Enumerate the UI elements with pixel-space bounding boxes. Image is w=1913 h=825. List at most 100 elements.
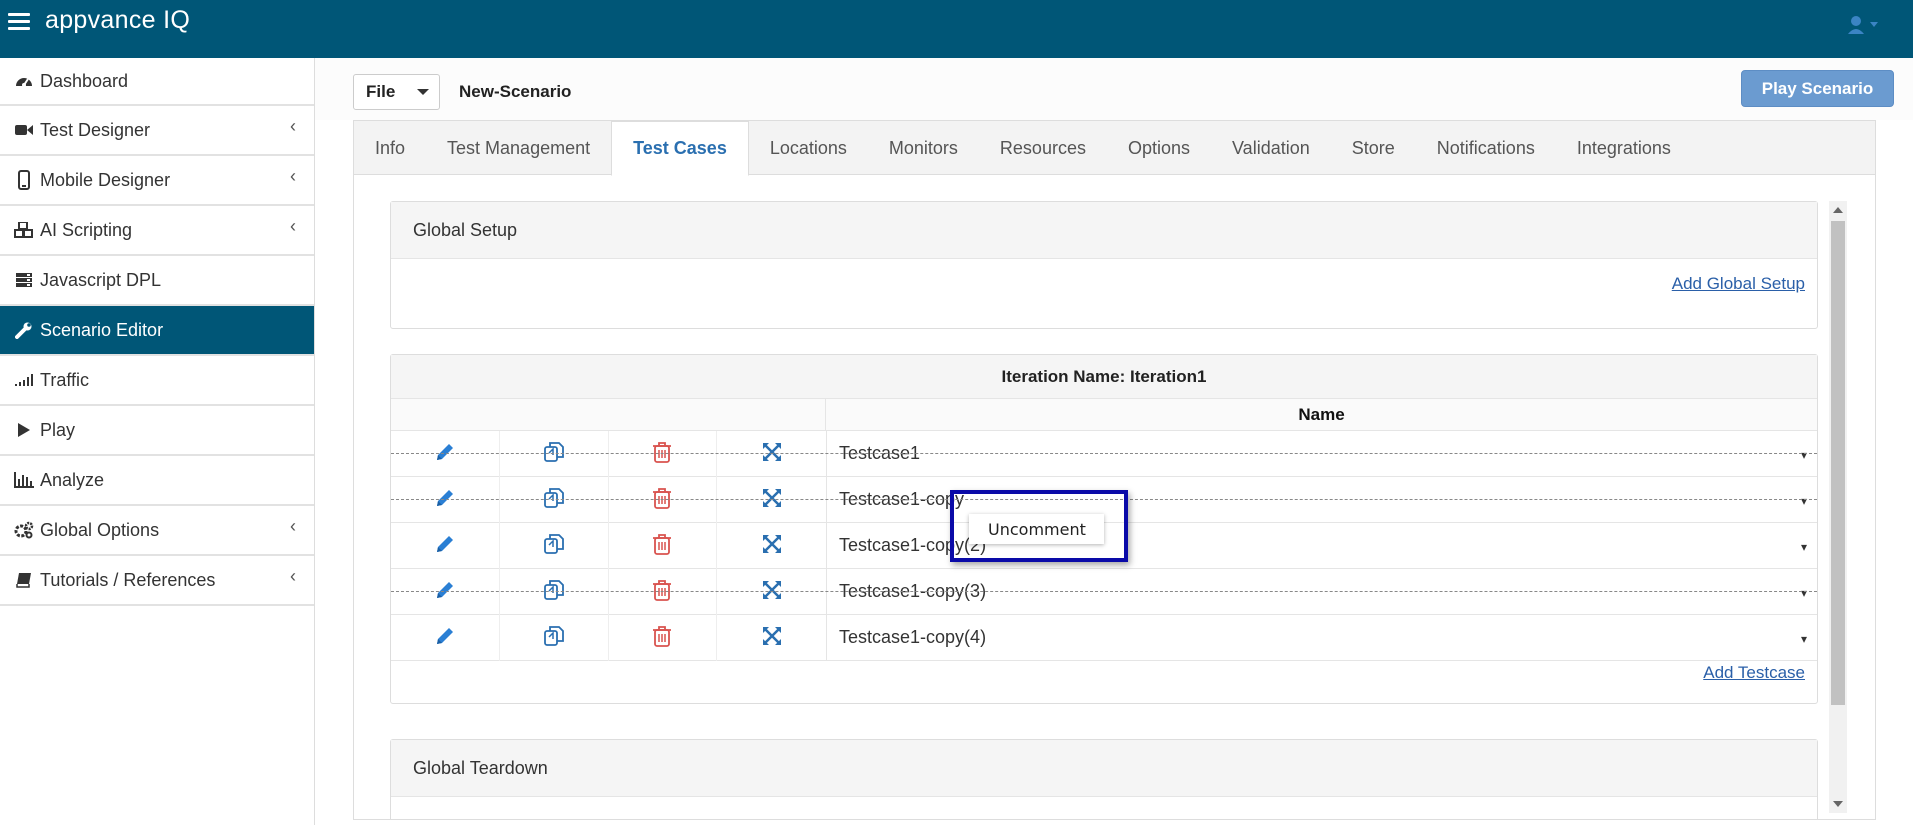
copy-button[interactable]	[500, 615, 609, 661]
sidebar-item-label: Play	[40, 419, 76, 440]
trash-icon	[652, 487, 672, 514]
edit-button[interactable]	[391, 477, 500, 523]
context-menu-uncomment[interactable]: Uncomment	[969, 514, 1104, 544]
sidebar-item-global-options[interactable]: Global Options ‹	[0, 506, 314, 556]
table-row[interactable]: Testcase1-copy(4) ▾	[391, 615, 1817, 661]
dropdown-arrow-icon[interactable]: ▾	[1801, 540, 1807, 554]
sidebar-item-play[interactable]: Play	[0, 406, 314, 456]
chevron-left-icon[interactable]: ‹	[290, 166, 296, 187]
add-global-setup-link[interactable]: Add Global Setup	[1672, 274, 1805, 294]
tab-monitors[interactable]: Monitors	[868, 121, 979, 175]
pencil-icon	[434, 533, 456, 560]
delete-button[interactable]	[609, 431, 718, 477]
testcase-name-cell[interactable]: Testcase1 ▾	[826, 431, 1817, 476]
tab-notifications[interactable]: Notifications	[1416, 121, 1556, 175]
chevron-left-icon[interactable]: ‹	[290, 216, 296, 237]
scrollbar-thumb[interactable]	[1831, 221, 1845, 705]
sidebar-item-traffic[interactable]: Traffic	[0, 356, 314, 406]
tab-integrations[interactable]: Integrations	[1556, 121, 1692, 175]
expand-icon	[761, 441, 783, 468]
delete-button[interactable]	[609, 523, 718, 569]
dropdown-arrow-icon[interactable]: ▾	[1801, 494, 1807, 508]
expand-button[interactable]	[717, 569, 826, 615]
global-setup-section: Global Setup Add Global Setup	[390, 201, 1818, 329]
copy-button[interactable]	[500, 477, 609, 523]
expand-icon	[761, 487, 783, 514]
copy-button[interactable]	[500, 431, 609, 477]
tab-test-cases[interactable]: Test Cases	[611, 121, 749, 176]
testcase-name: Testcase1-copy	[839, 489, 965, 509]
sidebar-item-label: Tutorials / References	[40, 569, 216, 590]
signal-icon	[14, 370, 34, 390]
testcase-name-cell[interactable]: Testcase1-copy(3) ▾	[826, 569, 1817, 614]
video-camera-icon	[14, 120, 34, 140]
file-menu-button[interactable]: File	[353, 74, 440, 110]
hamburger-menu-icon[interactable]	[8, 13, 30, 31]
scroll-down-arrow[interactable]	[1833, 801, 1843, 807]
expand-icon	[761, 533, 783, 560]
sidebar-item-scenario-editor[interactable]: Scenario Editor	[0, 306, 314, 356]
sidebar-item-label: Javascript DPL	[40, 269, 162, 290]
iteration-title: Iteration Name: Iteration1	[391, 355, 1817, 399]
copy-icon	[542, 578, 566, 607]
sidebar-item-label: Analyze	[40, 469, 105, 490]
edit-button[interactable]	[391, 615, 500, 661]
wrench-icon	[14, 320, 34, 340]
dropdown-arrow-icon[interactable]: ▾	[1801, 632, 1807, 646]
app-logo: appvance IQ	[45, 6, 191, 34]
chevron-left-icon[interactable]: ‹	[290, 516, 296, 537]
chevron-left-icon[interactable]: ‹	[290, 566, 296, 587]
chevron-left-icon[interactable]: ‹	[290, 116, 296, 137]
edit-button[interactable]	[391, 569, 500, 615]
scenario-editor-panel: Info Test Management Test Cases Location…	[353, 120, 1876, 820]
context-menu: Uncomment	[950, 490, 1128, 562]
tab-info[interactable]: Info	[354, 121, 426, 175]
delete-button[interactable]	[609, 569, 718, 615]
delete-button[interactable]	[609, 615, 718, 661]
sidebar-item-test-designer[interactable]: Test Designer ‹	[0, 106, 314, 156]
trash-icon	[652, 625, 672, 652]
edit-button[interactable]	[391, 523, 500, 569]
expand-button[interactable]	[717, 615, 826, 661]
user-icon	[1848, 16, 1878, 34]
expand-button[interactable]	[717, 477, 826, 523]
tab-locations[interactable]: Locations	[749, 121, 868, 175]
book-icon	[14, 570, 34, 590]
expand-button[interactable]	[717, 431, 826, 477]
testcase-name: Testcase1-copy(3)	[839, 581, 987, 601]
table-row[interactable]: Testcase1-copy(3) ▾	[391, 569, 1817, 615]
expand-button[interactable]	[717, 523, 826, 569]
edit-button[interactable]	[391, 431, 500, 477]
sidebar-item-mobile-designer[interactable]: Mobile Designer ‹	[0, 156, 314, 206]
sidebar-item-analyze[interactable]: Analyze	[0, 456, 314, 506]
tab-resources[interactable]: Resources	[979, 121, 1107, 175]
pencil-icon	[434, 579, 456, 606]
tab-bar: Info Test Management Test Cases Location…	[354, 121, 1875, 176]
add-testcase-link[interactable]: Add Testcase	[1703, 663, 1805, 683]
sidebar-item-javascript-dpl[interactable]: Javascript DPL	[0, 256, 314, 306]
trash-icon	[652, 441, 672, 468]
name-column-header: Name	[1298, 405, 1345, 424]
delete-button[interactable]	[609, 477, 718, 523]
sidebar-item-ai-scripting[interactable]: AI Scripting ‹	[0, 206, 314, 256]
file-menu-label: File	[366, 82, 396, 101]
dropdown-arrow-icon[interactable]: ▾	[1801, 586, 1807, 600]
content-scrollbar[interactable]	[1829, 201, 1847, 813]
copy-button[interactable]	[500, 569, 609, 615]
expand-icon	[761, 579, 783, 606]
sidebar-item-dashboard[interactable]: Dashboard	[0, 58, 314, 106]
scroll-up-arrow[interactable]	[1833, 207, 1843, 213]
tab-options[interactable]: Options	[1107, 121, 1211, 175]
copy-button[interactable]	[500, 523, 609, 569]
pencil-icon	[434, 487, 456, 514]
sidebar-item-tutorials-references[interactable]: Tutorials / References ‹	[0, 556, 314, 606]
testcase-name-cell[interactable]: Testcase1-copy(4) ▾	[826, 615, 1817, 660]
user-menu-button[interactable]	[1847, 14, 1883, 36]
tab-store[interactable]: Store	[1331, 121, 1416, 175]
play-scenario-button[interactable]: Play Scenario	[1741, 70, 1894, 107]
tab-test-management[interactable]: Test Management	[426, 121, 611, 175]
dropdown-arrow-icon[interactable]: ▾	[1801, 448, 1807, 462]
sidebar-item-label: Dashboard	[40, 70, 129, 91]
table-row[interactable]: Testcase1 ▾	[391, 431, 1817, 477]
tab-validation[interactable]: Validation	[1211, 121, 1331, 175]
